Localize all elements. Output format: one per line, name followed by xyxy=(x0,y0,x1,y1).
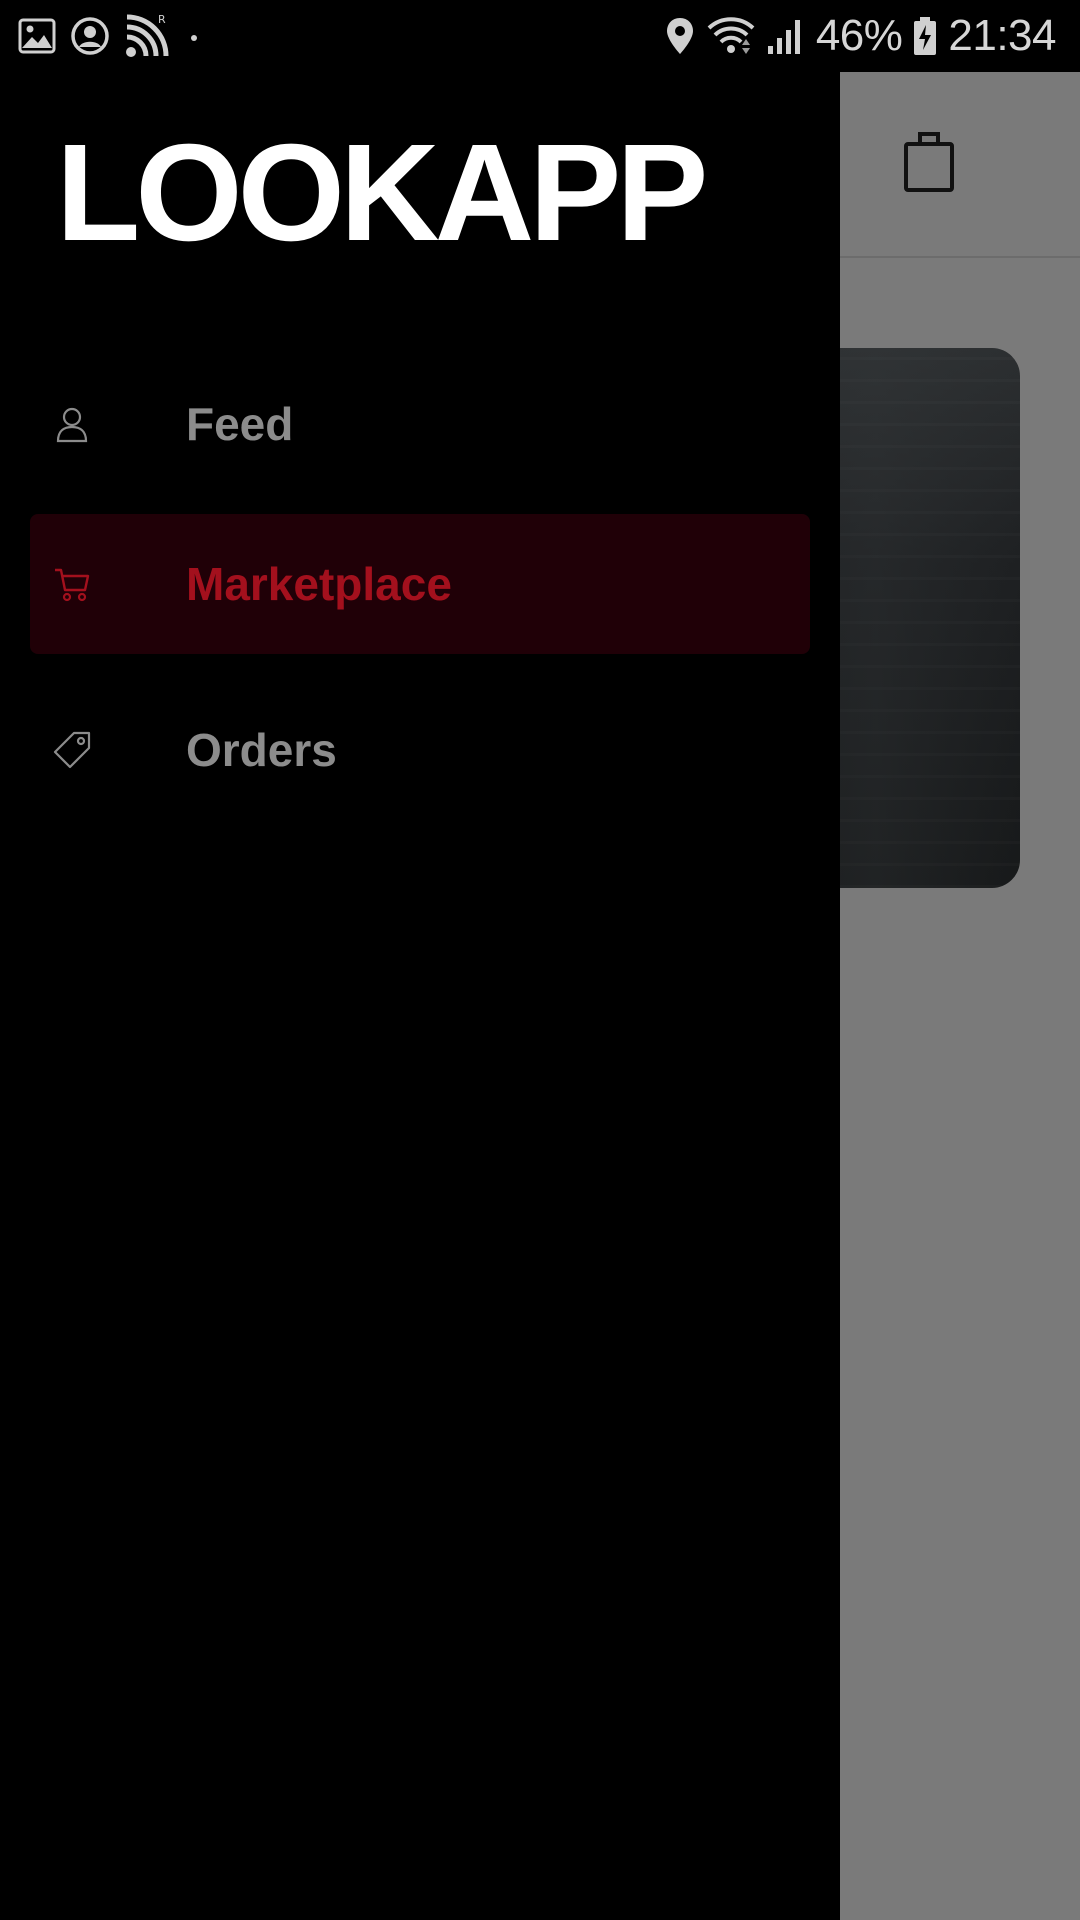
screen: R 46% 21:34 LOOKAPP Feed Marketplace Ord… xyxy=(0,0,1080,1920)
tag-icon xyxy=(52,730,92,770)
drawer-item-label: Feed xyxy=(186,398,294,450)
drawer-item-label: Orders xyxy=(186,724,337,776)
drawer-item-label: Marketplace xyxy=(186,558,452,610)
signal-icon xyxy=(766,16,806,56)
dot-icon xyxy=(184,26,204,46)
navigation-drawer: LOOKAPP Feed Marketplace Orders xyxy=(0,72,840,1920)
account-icon xyxy=(70,16,110,56)
notification-icons: R xyxy=(18,12,204,60)
clock: 21:34 xyxy=(948,11,1056,60)
status-bar: R 46% 21:34 xyxy=(0,0,1080,72)
user-icon xyxy=(52,404,92,444)
shopping-bag-icon[interactable] xyxy=(902,130,958,199)
battery-percent: 46% xyxy=(815,11,903,60)
system-indicators: 46% 21:34 xyxy=(664,8,1056,64)
battery-charging-icon xyxy=(912,16,938,56)
drawer-item-marketplace[interactable]: Marketplace xyxy=(30,514,810,654)
brand-logo: LOOKAPP xyxy=(56,116,708,270)
cast-icon: R xyxy=(124,13,170,59)
cart-icon xyxy=(52,564,92,604)
gallery-icon xyxy=(18,17,56,55)
location-icon xyxy=(664,16,696,56)
drawer-item-feed[interactable]: Feed xyxy=(30,354,810,494)
drawer-item-orders[interactable]: Orders xyxy=(30,680,810,820)
wifi-icon xyxy=(706,15,756,57)
svg-text:R: R xyxy=(158,13,166,26)
